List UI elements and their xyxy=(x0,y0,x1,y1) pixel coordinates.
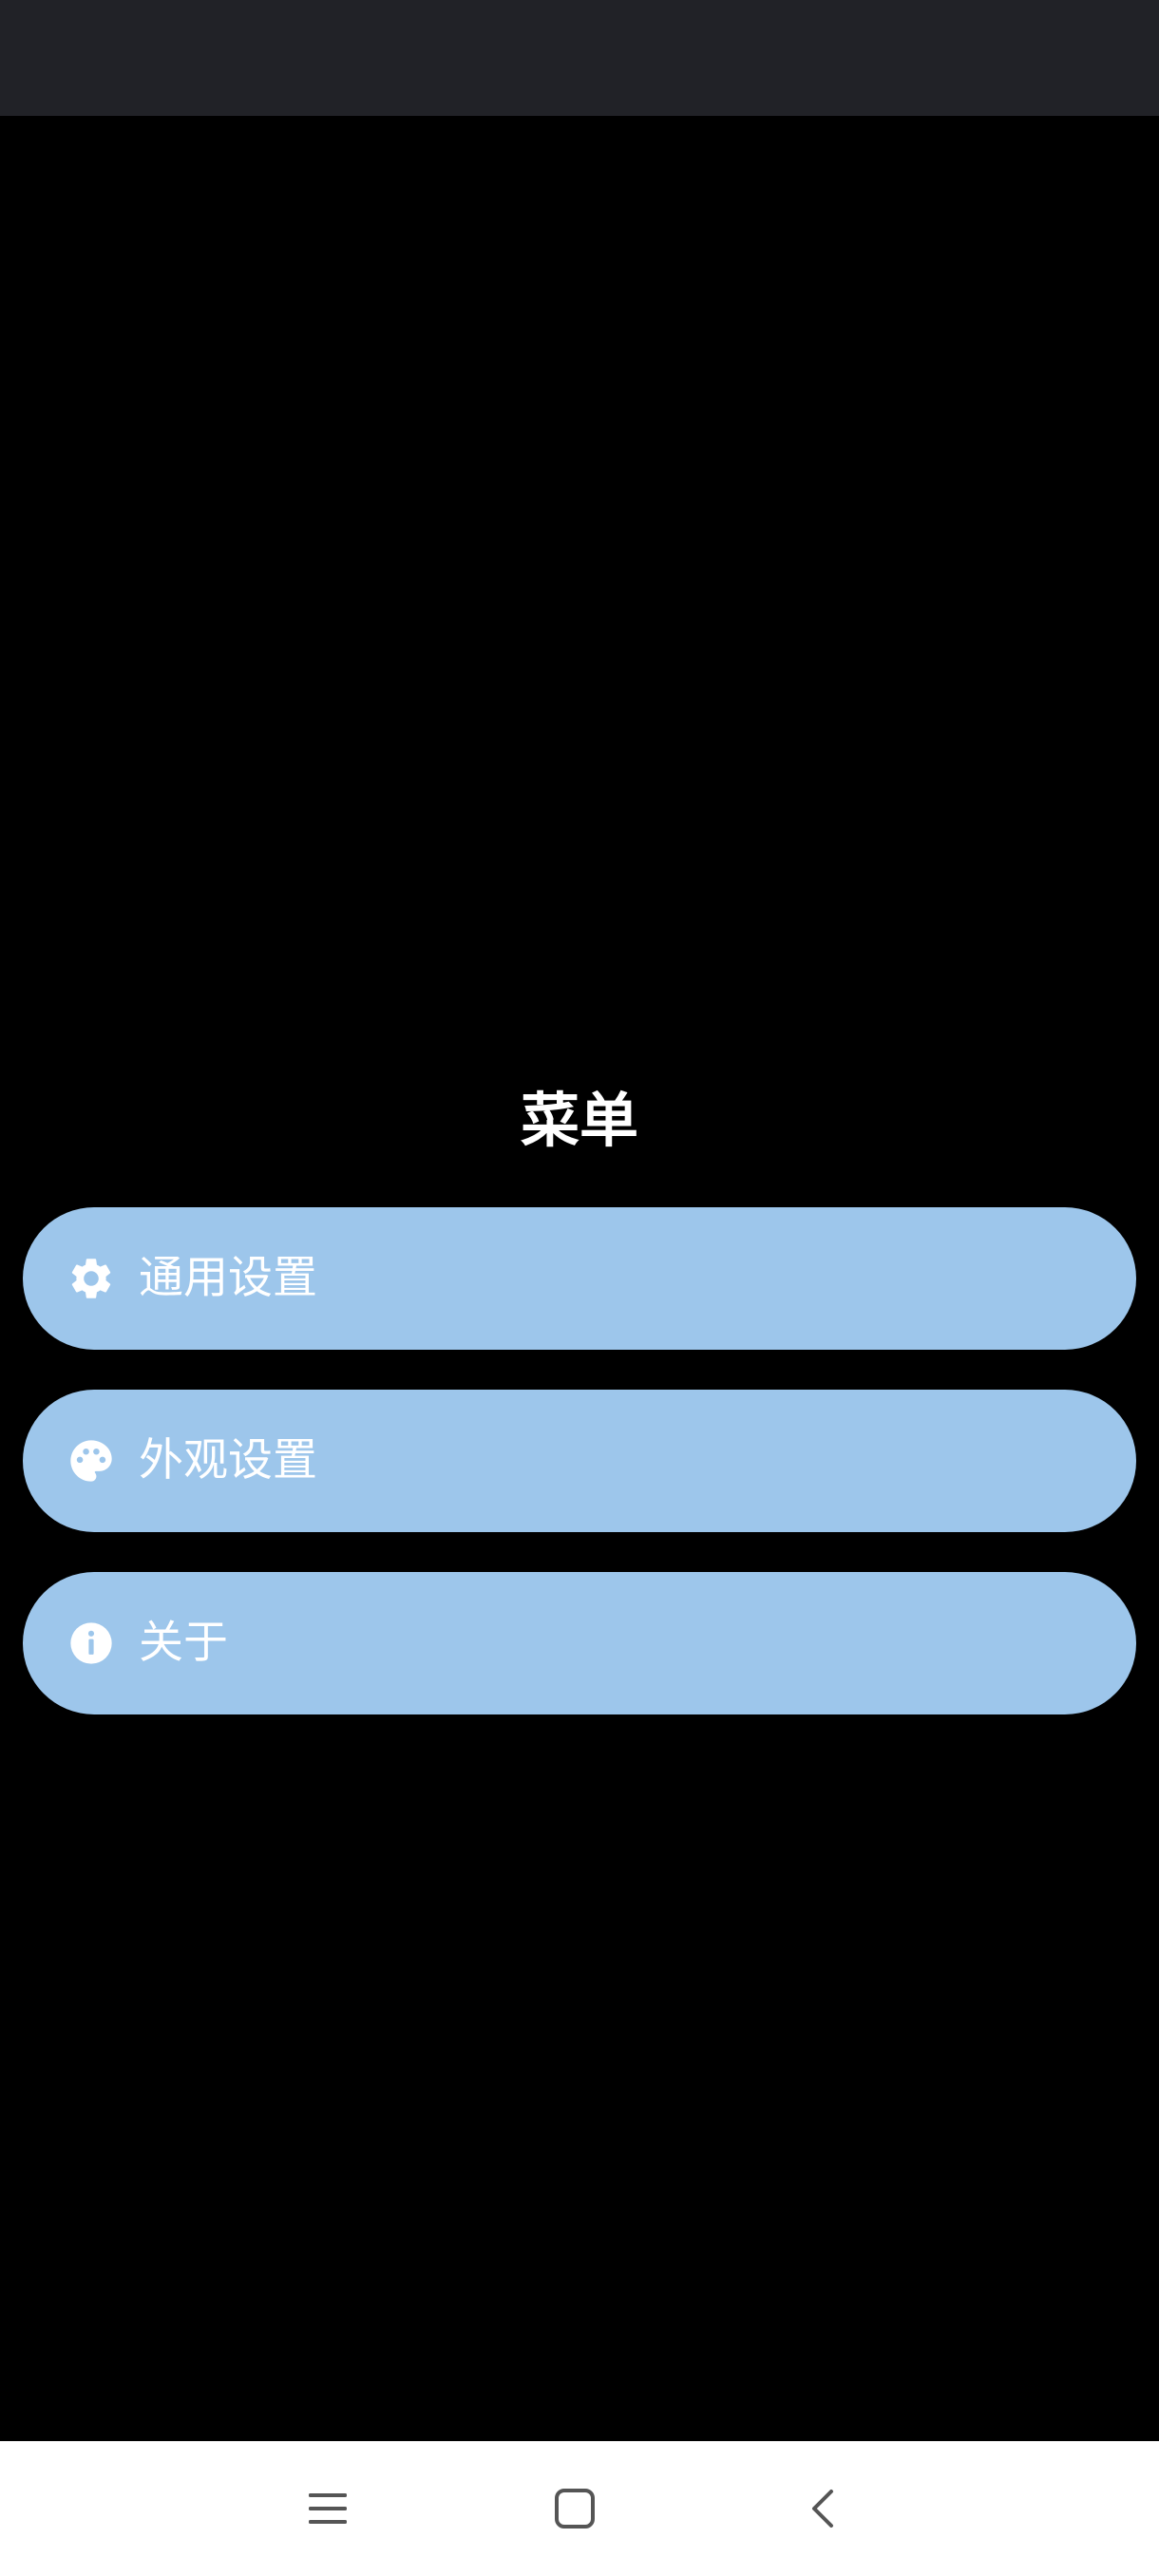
system-nav-bar xyxy=(0,2441,1159,2576)
menu-item-about[interactable]: 关于 xyxy=(23,1572,1136,1714)
status-bar xyxy=(0,0,1159,116)
menu-icon xyxy=(305,2486,351,2531)
menu-item-appearance-settings[interactable]: 外观设置 xyxy=(23,1390,1136,1532)
back-chevron-icon xyxy=(801,2486,846,2531)
page-title: 菜单 xyxy=(520,1086,638,1155)
nav-home-button[interactable] xyxy=(532,2466,618,2551)
palette-icon xyxy=(66,1436,116,1486)
nav-menu-button[interactable] xyxy=(285,2466,370,2551)
menu-item-label: 通用设置 xyxy=(139,1252,317,1304)
info-icon xyxy=(66,1619,116,1668)
gear-icon xyxy=(66,1254,116,1303)
home-square-icon xyxy=(552,2486,598,2531)
nav-back-button[interactable] xyxy=(781,2466,866,2551)
menu-item-label: 外观设置 xyxy=(139,1434,317,1487)
menu-item-label: 关于 xyxy=(139,1617,228,1669)
menu-item-general-settings[interactable]: 通用设置 xyxy=(23,1207,1136,1350)
